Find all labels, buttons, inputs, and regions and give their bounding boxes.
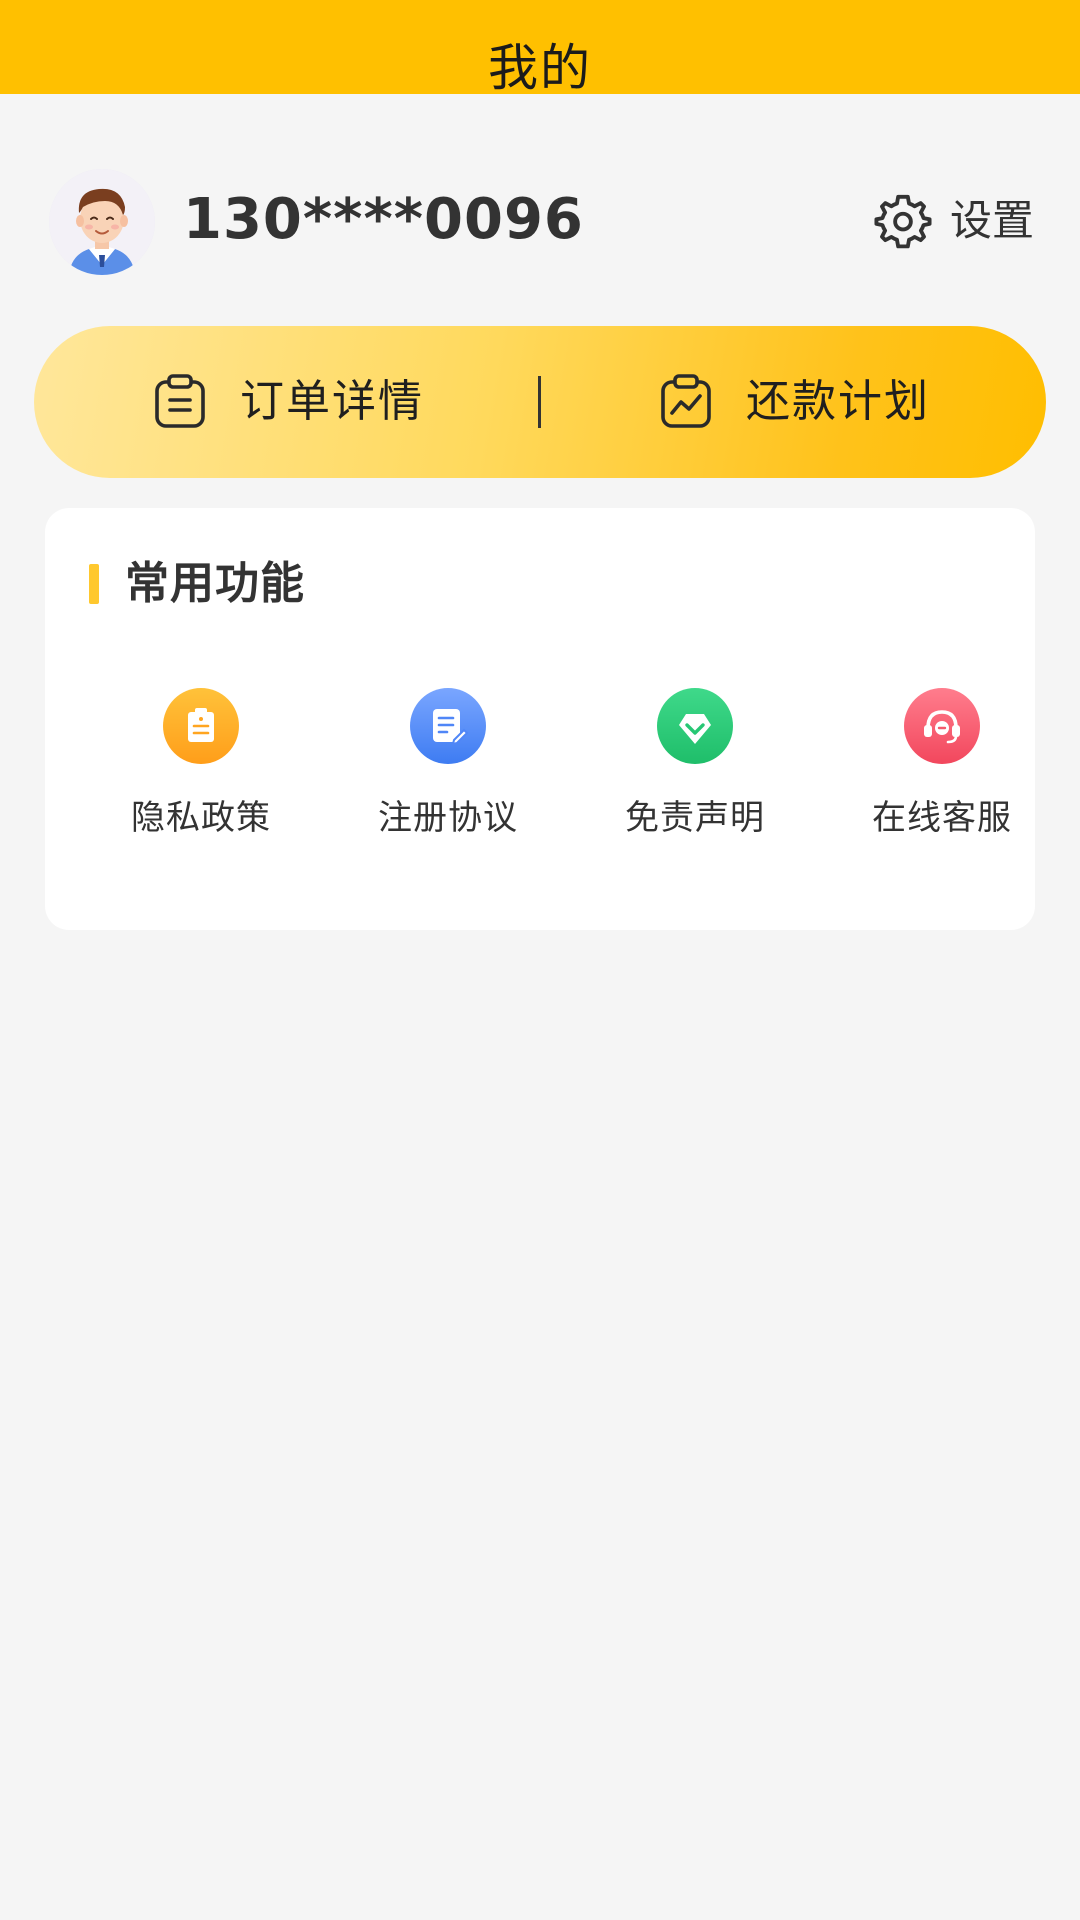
document-edit-icon	[410, 688, 486, 764]
avatar-icon	[49, 169, 155, 275]
settings-button[interactable]: 设置	[874, 191, 1034, 251]
phone-number: 130****0096	[183, 187, 584, 252]
action-divider	[538, 376, 541, 428]
registration-agreement-label: 注册协议	[378, 798, 518, 838]
section-accent-bar	[89, 564, 99, 604]
privacy-policy-label: 隐私政策	[131, 798, 271, 838]
avatar[interactable]	[49, 169, 155, 275]
online-service-label: 在线客服	[872, 798, 1012, 838]
quick-actions-bar: 订单详情 还款计划	[34, 326, 1046, 478]
clipboard-icon	[163, 688, 239, 764]
common-functions-card: 常用功能 隐私政策 注册协议 免责声明 在线客服	[45, 508, 1035, 930]
profile-section: 130****0096 设置	[0, 165, 1080, 285]
repayment-plan-button[interactable]: 还款计划	[656, 326, 930, 478]
registration-agreement-item[interactable]: 注册协议	[348, 688, 548, 842]
top-bar: 我的	[0, 0, 1080, 97]
order-details-button[interactable]: 订单详情	[150, 326, 424, 478]
chart-icon	[656, 372, 716, 432]
privacy-policy-item[interactable]: 隐私政策	[101, 688, 301, 842]
diamond-icon	[657, 688, 733, 764]
disclaimer-item[interactable]: 免责声明	[595, 688, 795, 842]
clipboard-icon	[150, 372, 210, 432]
disclaimer-label: 免责声明	[625, 798, 765, 838]
repayment-plan-label: 还款计划	[746, 376, 930, 427]
gear-icon	[874, 192, 932, 250]
headset-icon	[904, 688, 980, 764]
page-title: 我的	[488, 39, 592, 97]
order-details-label: 订单详情	[240, 376, 424, 427]
online-service-item[interactable]: 在线客服	[842, 688, 1042, 842]
section-title: 常用功能	[125, 558, 305, 609]
settings-label: 设置	[949, 196, 1034, 245]
function-grid: 隐私政策 注册协议 免责声明 在线客服	[45, 688, 1035, 868]
